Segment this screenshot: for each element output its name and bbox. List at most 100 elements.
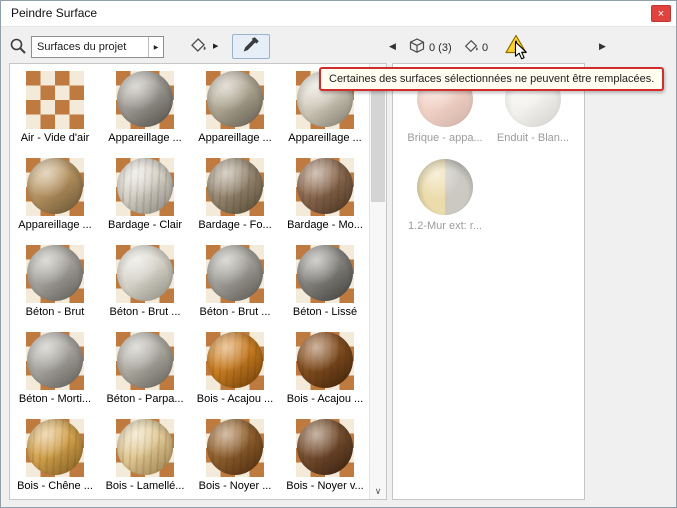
material-thumbnail — [296, 245, 354, 303]
material-item[interactable]: Béton - Brut ... — [190, 238, 280, 325]
material-thumbnail — [116, 158, 174, 216]
material-label: Bois - Noyer v... — [280, 480, 370, 492]
material-label: Bois - Chêne ... — [10, 480, 100, 492]
material-sphere — [297, 332, 353, 388]
selection-surfaces-panel: Brique - appa...Enduit - Blan... 1.2-Mur … — [392, 63, 585, 500]
title-bar[interactable]: Peindre Surface × — [1, 1, 676, 27]
material-thumbnail — [206, 158, 264, 216]
material-item[interactable]: Appareillage ... — [10, 151, 100, 238]
material-label: Appareillage ... — [190, 132, 280, 144]
expand-right-button[interactable]: ▶ — [599, 41, 606, 52]
material-sphere — [207, 71, 263, 127]
material-sphere — [207, 245, 263, 301]
material-item[interactable]: Appareillage ... — [100, 64, 190, 151]
material-thumbnail — [296, 158, 354, 216]
material-thumbnail — [206, 419, 264, 477]
material-sphere — [207, 158, 263, 214]
material-sphere — [297, 245, 353, 301]
material-label: Brique - appa... — [401, 132, 489, 144]
material-item[interactable]: Béton - Parpa... — [100, 325, 190, 412]
material-item[interactable]: 1.2-Mur ext: r... — [401, 152, 489, 240]
surface-source-combo[interactable]: Surfaces du projet ▶ — [31, 36, 164, 58]
material-label: Béton - Lissé — [280, 306, 370, 318]
element-cube-icon — [408, 37, 426, 60]
scroll-down-button[interactable]: ∨ — [370, 483, 386, 499]
material-label: Béton - Brut ... — [100, 306, 190, 318]
material-thumbnail — [206, 245, 264, 303]
mouse-cursor — [514, 41, 527, 66]
material-thumbnail — [26, 245, 84, 303]
material-label: 1.2-Mur ext: r... — [401, 220, 489, 232]
material-thumbnail — [116, 71, 174, 129]
material-label: Bois - Lamellé... — [100, 480, 190, 492]
material-thumbnail — [26, 332, 84, 390]
material-item[interactable]: Bois - Noyer v... — [280, 412, 370, 499]
material-thumbnail — [206, 71, 264, 129]
material-sphere — [207, 419, 263, 475]
scrollbar-thumb[interactable] — [371, 82, 385, 202]
surface-source-menu-button[interactable]: ▶ — [148, 37, 163, 57]
material-sphere — [417, 159, 473, 215]
material-sphere — [27, 158, 83, 214]
material-item[interactable]: Bois - Acajou ... — [190, 325, 280, 412]
paint-surface-dialog: Peindre Surface × Surfaces du projet ▶ ▶… — [0, 0, 677, 508]
material-item[interactable]: Bardage - Mo... — [280, 151, 370, 238]
material-thumbnail — [296, 332, 354, 390]
material-label: Bardage - Clair — [100, 219, 190, 231]
material-item[interactable]: Bois - Acajou ... — [280, 325, 370, 412]
paint-bucket-icon — [189, 36, 207, 57]
material-sphere — [117, 71, 173, 127]
material-label: Béton - Brut — [10, 306, 100, 318]
material-label: Bois - Acajou ... — [280, 393, 370, 405]
selected-elements-count: 0 (3) — [429, 42, 452, 54]
material-label: Béton - Morti... — [10, 393, 100, 405]
material-sphere — [27, 245, 83, 301]
paint-bucket-dropdown-icon[interactable]: ▶ — [213, 42, 218, 50]
material-item[interactable]: Bois - Chêne ... — [10, 412, 100, 499]
material-sphere — [27, 332, 83, 388]
material-thumbnail — [26, 419, 84, 477]
material-thumbnail — [26, 158, 84, 216]
material-sphere — [297, 419, 353, 475]
material-sphere — [207, 332, 263, 388]
material-label: Appareillage ... — [10, 219, 100, 231]
collapse-left-button[interactable]: ◀ — [389, 41, 396, 52]
search-icon — [9, 37, 27, 60]
material-item[interactable]: Appareillage ... — [190, 64, 280, 151]
material-item[interactable]: Bois - Noyer ... — [190, 412, 280, 499]
project-surfaces-panel: Air - Vide d'airAppareillage ...Appareil… — [9, 63, 387, 500]
material-label: Bois - Noyer ... — [190, 480, 280, 492]
material-sphere — [297, 158, 353, 214]
material-item[interactable]: Béton - Brut — [10, 238, 100, 325]
material-label: Appareillage ... — [100, 132, 190, 144]
material-item[interactable]: Béton - Brut ... — [100, 238, 190, 325]
painted-count: 0 — [482, 42, 488, 54]
material-item[interactable]: Béton - Morti... — [10, 325, 100, 412]
window-title: Peindre Surface — [11, 1, 97, 26]
material-thumbnail — [26, 71, 84, 129]
material-thumbnail — [116, 245, 174, 303]
material-thumbnail — [116, 332, 174, 390]
eyedropper-button[interactable] — [232, 34, 270, 59]
paint-count-icon — [463, 38, 479, 59]
material-thumbnail — [416, 159, 474, 217]
close-button[interactable]: × — [651, 5, 671, 22]
material-item[interactable]: Béton - Lissé — [280, 238, 370, 325]
material-label: Enduit - Blan... — [489, 132, 577, 144]
material-item[interactable]: Bardage - Fo... — [190, 151, 280, 238]
material-label: Bois - Acajou ... — [190, 393, 280, 405]
material-item[interactable]: Air - Vide d'air — [10, 64, 100, 151]
material-label: Béton - Parpa... — [100, 393, 190, 405]
material-label: Bardage - Fo... — [190, 219, 280, 231]
vertical-scrollbar[interactable]: ∧ ∨ — [369, 64, 386, 499]
surface-source-value: Surfaces du projet — [32, 37, 148, 57]
material-item[interactable]: Bois - Lamellé... — [100, 412, 190, 499]
warning-tooltip-text: Certaines des surfaces sélectionnées ne … — [329, 73, 654, 85]
paint-bucket-button[interactable] — [185, 34, 211, 59]
material-sphere — [117, 332, 173, 388]
material-item[interactable]: Bardage - Clair — [100, 151, 190, 238]
material-sphere — [117, 245, 173, 301]
surface-grid: Air - Vide d'airAppareillage ...Appareil… — [10, 64, 370, 499]
material-sphere — [27, 419, 83, 475]
material-thumbnail — [206, 332, 264, 390]
